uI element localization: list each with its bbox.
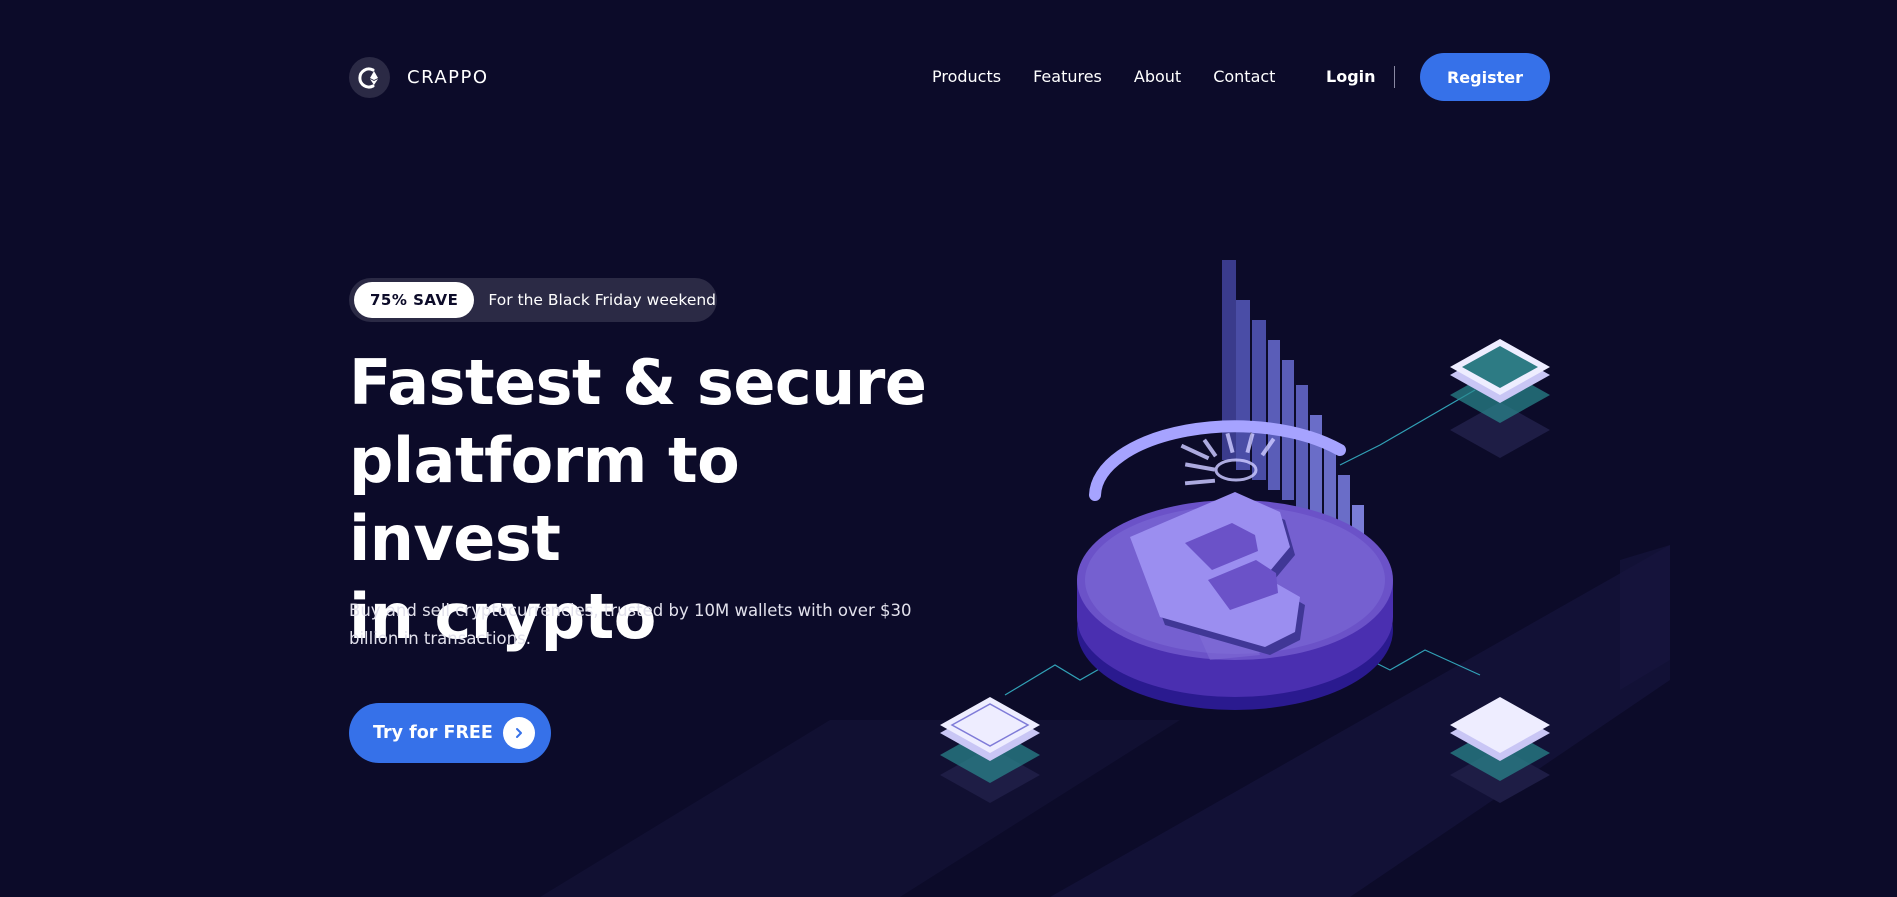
headline-line-2: platform to invest bbox=[349, 424, 740, 575]
isometric-chip-top-right bbox=[1450, 339, 1550, 458]
isometric-chip-bottom-right bbox=[1450, 697, 1550, 803]
isometric-chip-left bbox=[940, 697, 1040, 803]
register-button[interactable]: Register bbox=[1420, 53, 1550, 101]
headline-line-1: Fastest & secure bbox=[349, 346, 927, 419]
nav-link-products[interactable]: Products bbox=[932, 67, 1001, 86]
nav-divider bbox=[1394, 66, 1395, 88]
brand-name: CRAPPO bbox=[407, 67, 489, 88]
promo-badge: 75% SAVE bbox=[354, 282, 475, 318]
isometric-bitcoin-coin-illustration bbox=[940, 260, 1550, 803]
bitcoin-coin bbox=[1077, 420, 1393, 710]
chevron-right-icon bbox=[503, 717, 535, 749]
promo-banner[interactable]: 75% SAVE For the Black Friday weekend bbox=[349, 278, 717, 322]
login-link[interactable]: Login bbox=[1326, 67, 1376, 86]
try-for-free-button[interactable]: Try for FREE bbox=[349, 703, 551, 763]
nav-links: Products Features About Contact bbox=[932, 67, 1307, 86]
cta-label: Try for FREE bbox=[373, 723, 493, 743]
nav-link-features[interactable]: Features bbox=[1033, 67, 1102, 86]
nav-link-contact[interactable]: Contact bbox=[1213, 67, 1275, 86]
promo-text: For the Black Friday weekend bbox=[488, 291, 717, 309]
ethereum-c-logo-icon bbox=[349, 57, 390, 98]
top-navigation: CRAPPO Products Features About Contact L… bbox=[349, 53, 1550, 101]
brand-logo[interactable]: CRAPPO bbox=[349, 57, 489, 98]
hero-subtitle: Buy and sell cryptocurrencies, trusted b… bbox=[349, 601, 912, 648]
nav-link-about[interactable]: About bbox=[1134, 67, 1181, 86]
